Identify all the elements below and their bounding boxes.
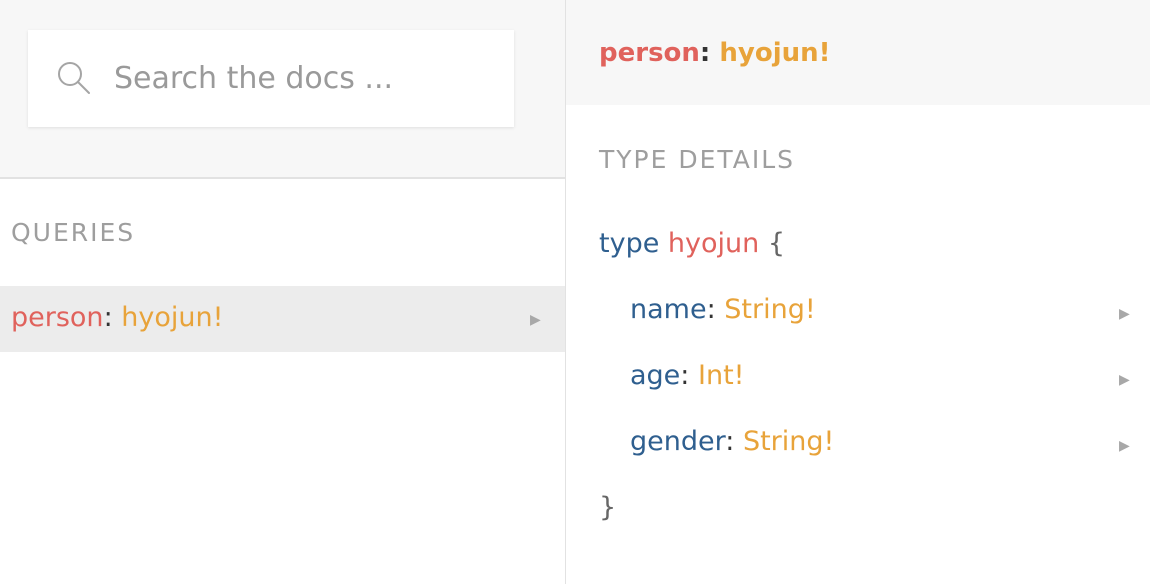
field-row-gender[interactable]: gender: String! ▶ xyxy=(630,426,1130,457)
chevron-right-icon: ▶ xyxy=(1119,438,1130,454)
query-field-name[interactable]: person xyxy=(11,302,104,333)
chevron-right-icon: ▶ xyxy=(530,312,541,328)
field-name[interactable]: gender xyxy=(630,426,725,457)
field-colon: : xyxy=(725,426,735,457)
doc-header: person: hyojun! xyxy=(566,0,1150,105)
field-row-name[interactable]: name: String! ▶ xyxy=(630,294,1130,325)
queries-section-title: QUERIES xyxy=(11,218,136,247)
field-type[interactable]: String! xyxy=(724,294,815,325)
doc-header-colon: : xyxy=(699,38,711,68)
query-signature: person: hyojun! xyxy=(11,302,223,333)
doc-explorer-pane: person: hyojun! TYPE DETAILS type hyojun… xyxy=(566,0,1150,584)
query-colon: : xyxy=(103,302,113,333)
search-input[interactable] xyxy=(114,56,494,100)
field-type[interactable]: String! xyxy=(743,426,834,457)
field-colon: : xyxy=(706,294,716,325)
field-name[interactable]: name xyxy=(630,294,707,325)
search-icon xyxy=(56,60,92,96)
close-brace: } xyxy=(599,492,617,523)
type-definition-line: type hyojun { xyxy=(599,228,785,259)
open-brace: { xyxy=(767,228,786,259)
field-row-age[interactable]: age: Int! ▶ xyxy=(630,360,1130,391)
search-area xyxy=(0,0,565,179)
field-type[interactable]: Int! xyxy=(698,360,745,391)
type-keyword: type xyxy=(599,228,660,259)
chevron-right-icon: ▶ xyxy=(1119,372,1130,388)
type-name: hyojun xyxy=(667,228,760,259)
type-details-title: TYPE DETAILS xyxy=(599,145,796,174)
chevron-right-icon: ▶ xyxy=(1119,306,1130,322)
query-type-name[interactable]: hyojun! xyxy=(121,302,223,333)
doc-header-title: person: hyojun! xyxy=(599,38,831,68)
query-item-person[interactable]: person: hyojun! ▶ xyxy=(0,286,565,352)
doc-header-type[interactable]: hyojun! xyxy=(719,38,830,68)
field-colon: : xyxy=(680,360,690,391)
docs-sidebar: QUERIES person: hyojun! ▶ xyxy=(0,0,565,584)
field-name[interactable]: age xyxy=(630,360,680,391)
doc-header-field: person xyxy=(599,38,700,68)
